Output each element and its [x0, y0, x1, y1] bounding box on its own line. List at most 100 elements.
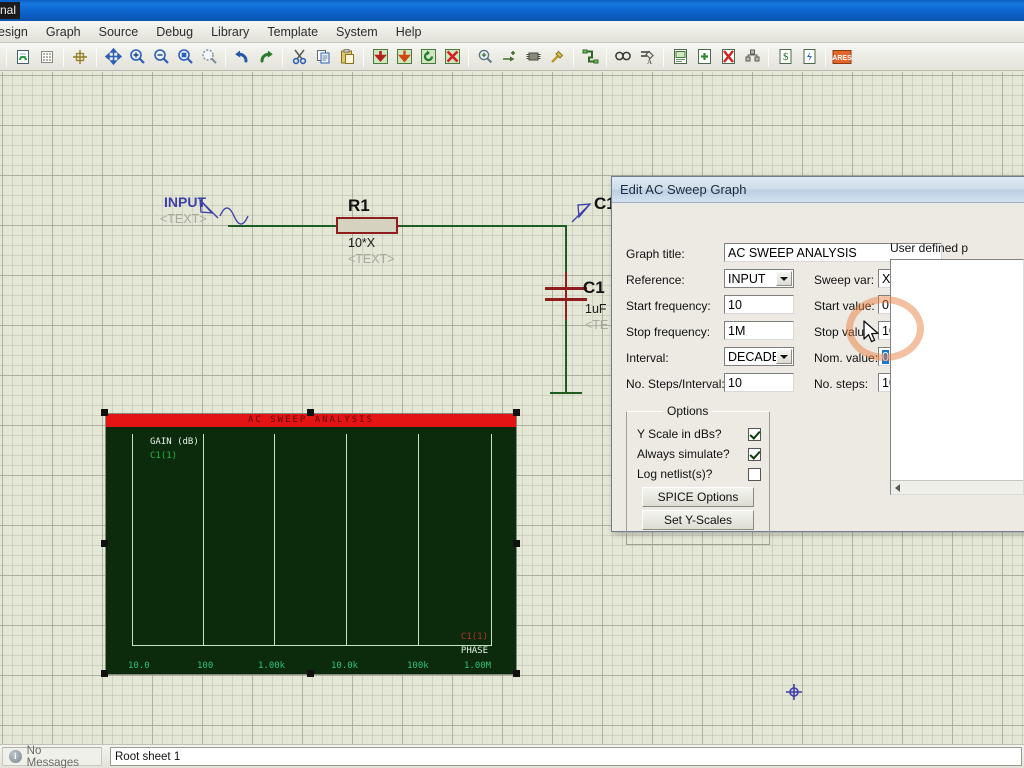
status-message-panel[interactable]: i No Messages [2, 745, 102, 768]
remove-sheet-icon[interactable] [717, 46, 739, 68]
menu-item-graph[interactable]: Graph [37, 23, 90, 41]
always-simulate-row[interactable]: Always simulate? [627, 444, 769, 464]
reference-combo[interactable]: INPUT [724, 269, 794, 288]
toggle-grid-icon[interactable] [36, 46, 58, 68]
ac-sweep-graph-object[interactable]: AC SWEEP ANALYSIS GAIN (dB) C1(1) C1(1) … [105, 413, 517, 675]
toolbar-separator [663, 46, 664, 67]
new-sheet-icon[interactable] [693, 46, 715, 68]
graph-x-tick: 100 [197, 661, 214, 671]
undo-icon[interactable] [231, 46, 253, 68]
stop-frequency-input[interactable]: 1M [724, 321, 794, 340]
wire-autorouter-icon[interactable] [579, 46, 601, 68]
ares-icon[interactable]: ARES [831, 46, 853, 68]
capacitor-plate-bottom [545, 298, 587, 301]
property-assign-icon[interactable]: A [636, 46, 658, 68]
decompose-icon[interactable] [546, 46, 568, 68]
interval-combo[interactable]: DECADES [724, 347, 794, 366]
capacitor-plate-top [545, 287, 587, 290]
chevron-down-icon[interactable] [776, 349, 792, 364]
cut-icon[interactable] [288, 46, 310, 68]
selection-handle[interactable] [101, 670, 108, 677]
bill-of-materials-icon[interactable]: $ [774, 46, 796, 68]
toolbar-separator [606, 46, 607, 67]
menu-item-design[interactable]: esign [0, 23, 37, 41]
svg-text:ARES: ARES [832, 55, 852, 62]
wire-r1-to-node[interactable] [400, 225, 566, 227]
menu-item-template[interactable]: Template [258, 23, 327, 41]
graph-x-tick: 100k [407, 661, 429, 671]
info-icon: i [9, 750, 22, 763]
toolbar-separator [468, 46, 469, 67]
capacitor-text-tag[interactable]: <TE [585, 318, 608, 332]
search-tag-icon[interactable] [612, 46, 634, 68]
graph-left-trace-label[interactable]: C1(1) [150, 451, 177, 461]
resistor-text-tag[interactable]: <TEXT> [348, 252, 395, 266]
options-group: Options Y Scale in dBs? Always simulate?… [626, 404, 770, 545]
goto-sheet-icon[interactable] [741, 46, 763, 68]
document-name-panel[interactable]: Root sheet 1 [110, 747, 1022, 766]
spice-options-button[interactable]: SPICE Options [642, 487, 754, 507]
packaging-tool-icon[interactable] [522, 46, 544, 68]
zoom-all-icon[interactable] [198, 46, 220, 68]
log-netlist-row[interactable]: Log netlist(s)? [627, 464, 769, 484]
capacitor-reference-label[interactable]: C1 [583, 278, 605, 298]
pan-icon[interactable] [102, 46, 124, 68]
toolbar-separator [6, 46, 7, 67]
y-scale-in-dbs-row[interactable]: Y Scale in dBs? [627, 424, 769, 444]
start-frequency-input[interactable]: 10 [724, 295, 794, 314]
menu-item-debug[interactable]: Debug [147, 23, 202, 41]
grid-line [202, 434, 204, 645]
selection-handle[interactable] [307, 670, 314, 677]
set-y-scales-button[interactable]: Set Y-Scales [642, 510, 754, 530]
design-explorer-icon[interactable] [669, 46, 691, 68]
resistor-reference-label[interactable]: R1 [348, 196, 370, 216]
selection-handle[interactable] [101, 409, 108, 416]
selection-handle[interactable] [101, 540, 108, 547]
menu-item-source[interactable]: Source [90, 23, 148, 41]
no-steps-interval-input[interactable]: 10 [724, 373, 794, 392]
graph-plot-area[interactable] [132, 434, 492, 646]
log-netlist-checkbox[interactable] [748, 467, 761, 481]
ac-source-symbol[interactable] [196, 196, 276, 226]
electrical-rules-icon[interactable] [798, 46, 820, 68]
make-device-icon[interactable] [498, 46, 520, 68]
selection-handle[interactable] [513, 409, 520, 416]
y-scale-in-dbs-checkbox[interactable] [748, 427, 761, 441]
toolbar-separator [63, 46, 64, 67]
menu-item-library[interactable]: Library [202, 23, 258, 41]
graph-right-trace-label[interactable]: C1(1) [461, 632, 488, 642]
block-move-icon[interactable] [393, 46, 415, 68]
refresh-sheet-icon[interactable] [12, 46, 34, 68]
menu-item-help[interactable]: Help [387, 23, 431, 41]
menu-item-system[interactable]: System [327, 23, 387, 41]
block-rotate-icon[interactable] [417, 46, 439, 68]
graph-x-tick: 10.0 [128, 661, 150, 671]
pick-device-icon[interactable] [474, 46, 496, 68]
zoom-area-icon[interactable] [174, 46, 196, 68]
selection-handle[interactable] [513, 670, 520, 677]
wire-capacitor-to-ground[interactable] [565, 320, 567, 393]
redo-icon[interactable] [255, 46, 277, 68]
selection-handle[interactable] [307, 409, 314, 416]
log-netlist-label: Log netlist(s)? [637, 467, 713, 481]
scroll-left-arrow-icon[interactable] [891, 481, 904, 494]
wire-source-to-r1[interactable] [228, 225, 340, 227]
copy-icon[interactable] [312, 46, 334, 68]
ground-symbol[interactable] [550, 392, 582, 394]
origin-icon[interactable] [69, 46, 91, 68]
dialog-title-bar[interactable]: Edit AC Sweep Graph [612, 177, 1024, 203]
toolbar-separator [225, 46, 226, 67]
resistor-r1-body[interactable] [336, 217, 398, 234]
user-defined-properties-textarea[interactable] [890, 259, 1024, 495]
resistor-value-label[interactable]: 10*X [348, 236, 375, 250]
chevron-down-icon[interactable] [776, 271, 792, 286]
capacitor-value-label[interactable]: 1uF [585, 302, 607, 316]
always-simulate-checkbox[interactable] [748, 447, 761, 461]
zoom-in-icon[interactable] [126, 46, 148, 68]
block-copy-icon[interactable] [369, 46, 391, 68]
horizontal-scrollbar[interactable] [891, 480, 1023, 494]
block-delete-icon[interactable] [441, 46, 463, 68]
selection-handle[interactable] [513, 540, 520, 547]
paste-icon[interactable] [336, 46, 358, 68]
zoom-out-icon[interactable] [150, 46, 172, 68]
